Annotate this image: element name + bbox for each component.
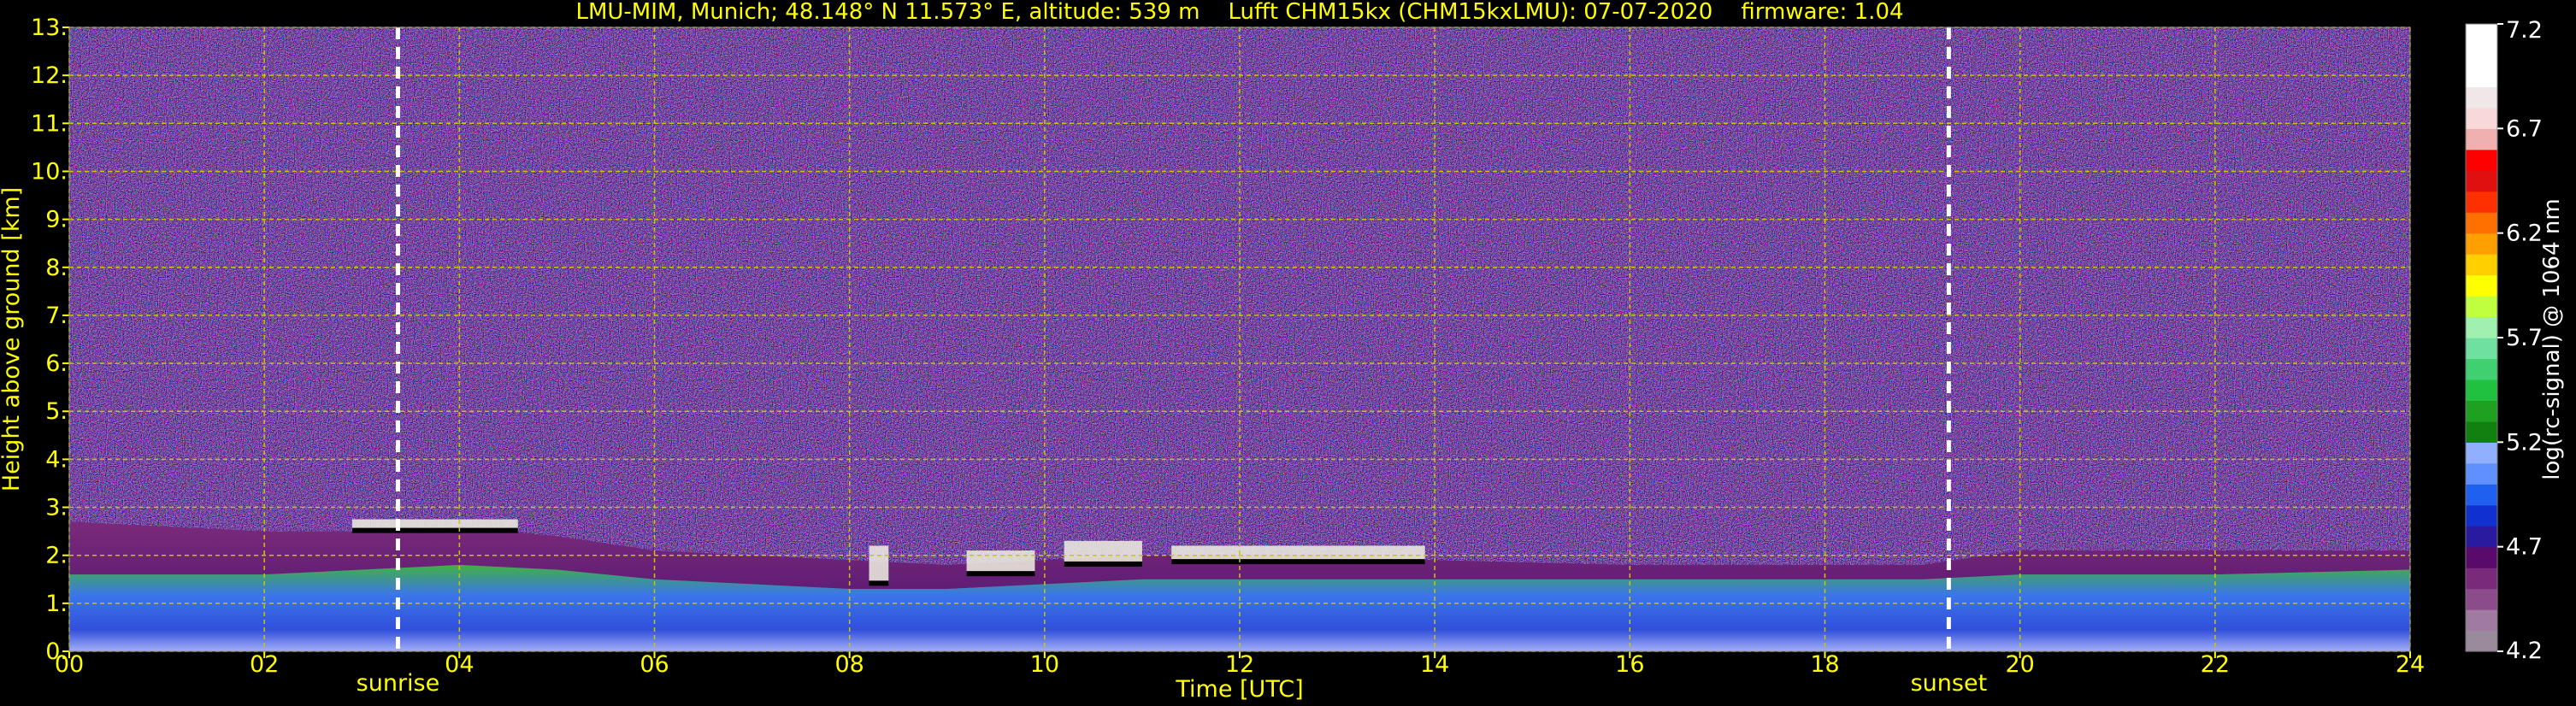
colorbar-tick-label: 7.2	[2506, 17, 2543, 44]
colorbar-segment	[2466, 379, 2497, 401]
colorbar-segment	[2466, 462, 2497, 485]
sun-marker-label: sunset	[1911, 670, 1988, 697]
y-tick-label: 13.	[31, 15, 68, 41]
x-tick-label: 10	[1030, 651, 1059, 678]
colorbar-segment	[2466, 232, 2497, 255]
colorbar-segment	[2466, 338, 2497, 360]
cloud-base	[966, 571, 1035, 577]
colorbar-segment	[2466, 128, 2497, 150]
colorbar-segment	[2466, 24, 2497, 46]
colorbar-tick-label: 5.2	[2506, 429, 2543, 456]
cloud-signal	[966, 550, 1035, 575]
x-tick-label: 04	[445, 651, 474, 678]
colorbar-segment	[2466, 504, 2497, 527]
colorbar-segment	[2466, 400, 2497, 422]
y-tick-label: 11.	[31, 110, 68, 137]
cloud-signal	[1064, 540, 1142, 565]
x-tick-label: 02	[250, 651, 279, 678]
x-tick-label: 18	[1810, 651, 1839, 678]
colorbar-segment	[2466, 421, 2497, 443]
colorbar-segment	[2466, 546, 2497, 568]
colorbar-segment	[2466, 191, 2497, 213]
colorbar-segment	[2466, 588, 2497, 610]
colorbar-segment	[2466, 170, 2497, 192]
x-tick-label: 08	[834, 651, 864, 678]
x-axis-label: Time [UTC]	[1175, 676, 1303, 703]
colorbar-segment	[2466, 149, 2497, 171]
colorbar-segment	[2466, 358, 2497, 380]
y-axis-label: Height above ground [km]	[0, 187, 25, 491]
colorbar-tick-label: 6.2	[2506, 221, 2543, 247]
x-tick-label: 12	[1225, 651, 1254, 678]
y-tick-label: 10.	[31, 158, 68, 185]
colorbar-segment	[2466, 609, 2497, 632]
y-tick-label: 6.	[45, 350, 68, 377]
y-tick-label: 2.	[45, 543, 68, 569]
colorbar-tick-label: 6.7	[2506, 115, 2543, 142]
ceilometer-chart: 4.24.75.25.76.26.77.2 sunrise sunset 00 02…	[0, 0, 2565, 703]
colorbar-segment	[2466, 254, 2497, 276]
y-tick-label: 12.	[31, 62, 68, 89]
cloud-base	[1171, 559, 1425, 565]
colorbar-segment	[2466, 212, 2497, 234]
x-tick-label: 06	[640, 651, 669, 678]
colorbar-tick-label: 4.7	[2506, 534, 2543, 561]
colorbar-segment	[2466, 316, 2497, 338]
colorbar: 4.2 4.7 5.2 5.7 6.2 6.7 7.2	[2465, 17, 2543, 664]
colorbar-segment	[2466, 442, 2497, 464]
x-tick-label: 22	[2201, 651, 2230, 678]
colorbar-segment	[2466, 630, 2497, 652]
y-tick-label: 8.	[45, 255, 68, 281]
colorbar-segment	[2466, 296, 2497, 318]
colorbar-segment	[2466, 526, 2497, 548]
x-tick-label: 24	[2396, 651, 2425, 678]
chart-title: LMU-MIM, Munich; 48.148° N 11.573° E, al…	[575, 0, 1903, 25]
x-tick-label: 20	[2005, 651, 2034, 678]
y-tick-label: 1.	[45, 591, 68, 617]
x-tick-label: 14	[1420, 651, 1449, 678]
cloud-signal	[869, 545, 889, 585]
colorbar-segment	[2466, 484, 2497, 506]
colorbar-segment	[2466, 44, 2497, 67]
y-tick-label: 0.	[45, 638, 68, 665]
y-tick-label: 4.	[45, 446, 68, 473]
y-tick-label: 3.	[45, 495, 68, 521]
x-tick-label: 16	[1615, 651, 1644, 678]
cloud-base	[351, 527, 518, 533]
y-tick-label: 7.	[45, 303, 68, 329]
colorbar-segment	[2466, 86, 2497, 109]
cloud-base	[869, 580, 889, 586]
y-tick-label: 5.	[45, 398, 68, 425]
cloud-base	[1064, 561, 1142, 567]
colorbar-segment	[2466, 107, 2497, 129]
colorbar-tick-label: 4.2	[2506, 638, 2543, 664]
colorbar-segment	[2466, 568, 2497, 590]
sun-marker-label: sunrise	[357, 670, 440, 697]
colorbar-tick-label: 5.7	[2506, 325, 2543, 351]
y-tick-label: 9.	[45, 207, 68, 233]
colorbar-segment	[2466, 65, 2497, 87]
colorbar-segment	[2466, 274, 2497, 297]
colorbar-label: log(rc-signal) @ 1064 nm	[2539, 198, 2565, 479]
